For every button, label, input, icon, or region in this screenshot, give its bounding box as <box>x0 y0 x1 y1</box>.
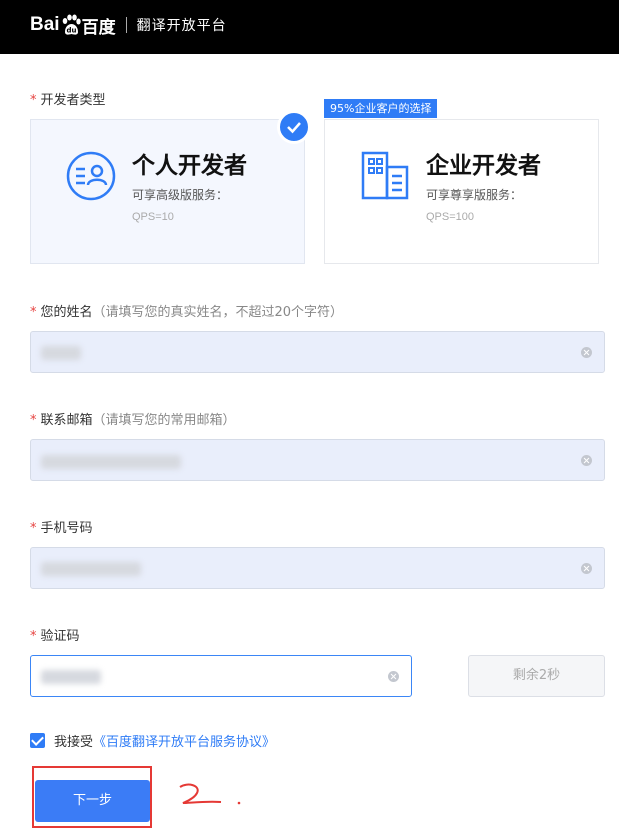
developer-type-label: * 开发者类型 <box>30 93 106 108</box>
required-mark: * <box>30 629 37 644</box>
phone-input[interactable] <box>30 547 605 589</box>
enterprise-badge: 95%企业客户的选择 <box>324 99 438 118</box>
redacted-value <box>41 562 141 576</box>
email-input[interactable] <box>30 439 605 481</box>
personal-id-icon <box>65 150 117 206</box>
redacted-value <box>41 455 181 469</box>
required-mark: * <box>30 413 37 428</box>
agreement-text: 我接受 <box>54 735 94 750</box>
product-name: 翻译开放平台 <box>136 18 227 34</box>
code-label: * 验证码 <box>30 629 80 644</box>
card-title: 个人开发者 <box>132 153 247 179</box>
clear-icon[interactable] <box>388 671 399 682</box>
agreement-row: 我接受 《百度翻译开放平台服务协议》 <box>30 731 275 750</box>
agreement-link[interactable]: 《百度翻译开放平台服务协议》 <box>93 731 275 750</box>
enterprise-building-icon <box>359 150 411 206</box>
personal-developer-card[interactable]: 个人开发者 可享高级版服务： QPS=10 <box>30 119 305 264</box>
required-mark: * <box>30 521 37 536</box>
baidu-logo[interactable]: Bai du 百度 翻译开放平台 <box>30 10 227 40</box>
redacted-value <box>41 346 81 360</box>
annotation-box <box>32 766 152 828</box>
name-hint: （请填写您的真实姓名，不超过20个字符） <box>92 305 344 320</box>
card-qps: QPS=100 <box>426 211 475 223</box>
required-mark: * <box>30 93 37 108</box>
code-input[interactable] <box>30 655 412 697</box>
card-desc: 可享尊享版服务： <box>426 188 523 202</box>
agreement-checkbox[interactable] <box>30 733 45 748</box>
top-bar: Bai du 百度 翻译开放平台 <box>0 0 619 54</box>
name-label: * 您的姓名（请填写您的真实姓名，不超过20个字符） <box>30 305 344 320</box>
resend-code-button[interactable]: 剩余2秒 <box>468 655 605 697</box>
logo-cn-text: 百度 <box>81 17 116 38</box>
selected-check-icon <box>277 110 311 144</box>
redacted-value <box>41 670 101 684</box>
required-mark: * <box>30 305 37 320</box>
svg-text:du: du <box>66 27 76 35</box>
email-hint: （请填写您的常用邮箱） <box>92 413 236 428</box>
email-label: * 联系邮箱（请填写您的常用邮箱） <box>30 413 236 428</box>
enterprise-developer-card[interactable]: 企业开发者 可享尊享版服务： QPS=100 <box>324 119 599 264</box>
card-desc: 可享高级版服务： <box>132 188 229 202</box>
clear-icon[interactable] <box>581 563 592 574</box>
clear-icon[interactable] <box>581 455 592 466</box>
name-input[interactable] <box>30 331 605 373</box>
clear-icon[interactable] <box>581 347 592 358</box>
paw-icon: du <box>61 14 81 36</box>
handwritten-annotation-2 <box>179 783 241 805</box>
logo-text: Bai <box>30 14 60 35</box>
card-title: 企业开发者 <box>426 153 541 179</box>
logo-divider <box>125 17 127 33</box>
card-qps: QPS=10 <box>132 211 174 223</box>
phone-label: * 手机号码 <box>30 521 93 536</box>
